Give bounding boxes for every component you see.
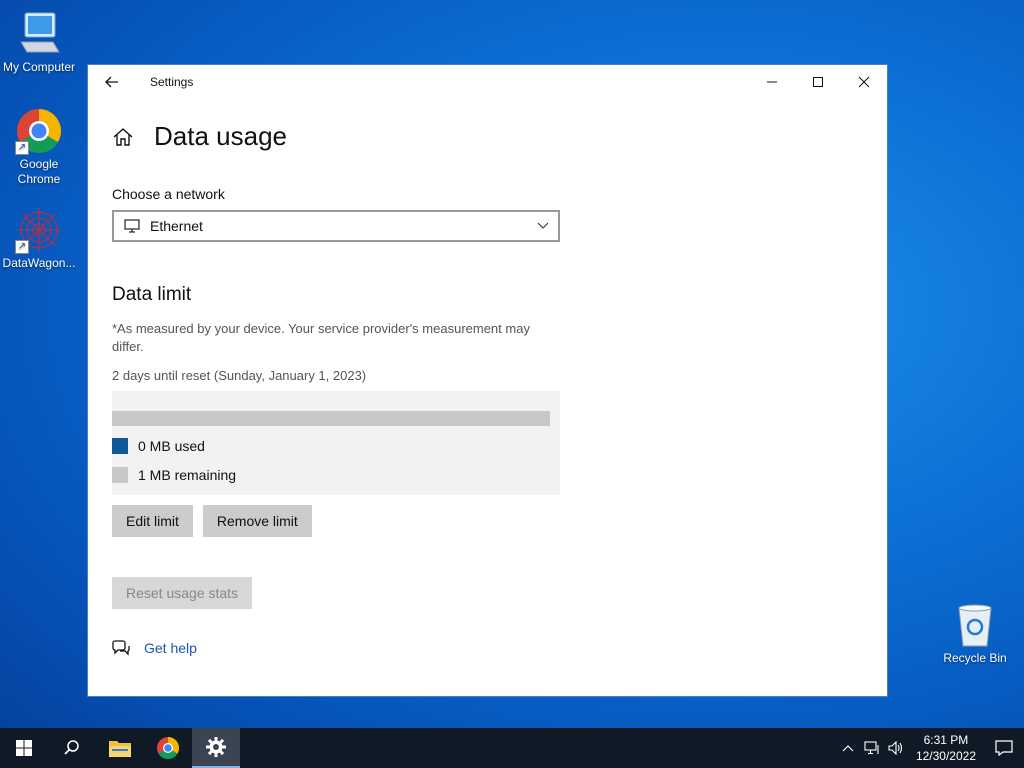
help-chat-icon <box>112 640 130 656</box>
remaining-label: 1 MB remaining <box>138 467 237 483</box>
close-icon <box>858 76 870 88</box>
chrome-taskbar-button[interactable] <box>144 728 192 768</box>
minimize-button[interactable] <box>749 65 795 99</box>
used-swatch <box>112 438 128 454</box>
windows-logo-icon <box>16 740 32 756</box>
settings-taskbar-button[interactable] <box>192 728 240 768</box>
action-center-button[interactable] <box>984 728 1024 768</box>
data-limit-heading: Data limit <box>112 284 192 305</box>
gear-icon <box>206 737 226 757</box>
remaining-legend: 1 MB remaining <box>112 467 236 483</box>
network-dropdown[interactable]: Ethernet <box>112 210 560 242</box>
chevron-up-icon <box>842 745 854 752</box>
remaining-swatch <box>112 467 128 483</box>
get-help-row[interactable]: Get help <box>112 639 572 657</box>
recycle-bin-label: Recycle Bin <box>943 651 1007 665</box>
measurement-note: *As measured by your device. Your servic… <box>112 321 530 354</box>
maximize-icon <box>813 77 823 87</box>
get-help-link[interactable]: Get help <box>144 640 197 656</box>
computer-icon <box>15 10 63 58</box>
reset-usage-stats-button[interactable]: Reset usage stats <box>112 577 253 609</box>
remove-limit-button[interactable]: Remove limit <box>202 505 312 537</box>
datawagon-icon: ↗ <box>15 206 63 254</box>
notification-icon <box>995 740 1013 756</box>
back-arrow-icon <box>105 76 118 88</box>
close-button[interactable] <box>841 65 887 99</box>
file-explorer-button[interactable] <box>96 728 144 768</box>
used-legend: 0 MB used <box>112 438 205 454</box>
search-icon <box>64 740 79 755</box>
maximize-button[interactable] <box>795 65 841 99</box>
desktop-icon-my-computer[interactable]: My Computer <box>1 10 77 75</box>
home-icon[interactable] <box>112 126 134 148</box>
back-button[interactable] <box>88 65 136 99</box>
folder-icon <box>109 741 131 757</box>
recycle-bin-icon <box>958 604 992 647</box>
page-title: Data usage <box>154 121 287 151</box>
edit-limit-button[interactable]: Edit limit <box>112 505 193 537</box>
shortcut-arrow-icon: ↗ <box>15 141 29 155</box>
clock-date: 12/30/2022 <box>915 749 976 763</box>
used-label: 0 MB used <box>138 438 205 454</box>
desktop-icon-google-chrome[interactable]: ↗ Google Chrome <box>1 107 77 187</box>
desktop-icon-label: Google Chrome <box>17 157 61 186</box>
clock-time: 6:31 PM <box>923 733 969 747</box>
ethernet-icon <box>124 219 140 233</box>
start-button[interactable] <box>0 728 48 768</box>
volume-tray-button[interactable] <box>884 728 908 768</box>
usage-panel: 0 MB used 1 MB remaining <box>112 391 560 495</box>
limit-buttons: Edit limit Remove limit <box>112 505 572 537</box>
settings-window: Settings Data usage Choose a network Eth… <box>87 64 888 697</box>
desktop-icon-recycle-bin[interactable]: Recycle Bin <box>940 602 1010 665</box>
speaker-icon <box>888 741 902 755</box>
network-label: Choose a network <box>112 186 225 202</box>
window-title: Settings <box>150 75 194 89</box>
chrome-icon <box>157 737 179 759</box>
taskbar-clock[interactable]: 6:31 PM 12/30/2022 <box>908 732 984 764</box>
minimize-icon <box>767 81 777 83</box>
settings-content: Data usage Choose a network Ethernet Dat… <box>112 121 572 657</box>
chrome-icon: ↗ <box>15 107 63 155</box>
desktop-icon-label: My Computer <box>2 60 76 74</box>
title-bar: Settings <box>88 65 887 99</box>
network-selected-value: Ethernet <box>150 218 203 234</box>
search-button[interactable] <box>48 728 96 768</box>
chevron-down-icon <box>537 222 549 229</box>
page-header: Data usage <box>112 121 572 152</box>
network-tray-icon <box>864 741 879 755</box>
system-tray: 6:31 PM 12/30/2022 <box>836 728 1024 768</box>
network-tray-button[interactable] <box>860 728 884 768</box>
desktop-icon-datawagon[interactable]: ↗ DataWagon... <box>1 206 77 271</box>
usage-bar <box>112 411 550 426</box>
desktop-icon-label: DataWagon... <box>2 256 76 270</box>
show-hidden-icons-button[interactable] <box>836 728 860 768</box>
window-controls <box>749 65 887 99</box>
shortcut-arrow-icon: ↗ <box>15 240 29 254</box>
taskbar: 6:31 PM 12/30/2022 <box>0 728 1024 768</box>
reset-info: 2 days until reset (Sunday, January 1, 2… <box>112 368 367 383</box>
